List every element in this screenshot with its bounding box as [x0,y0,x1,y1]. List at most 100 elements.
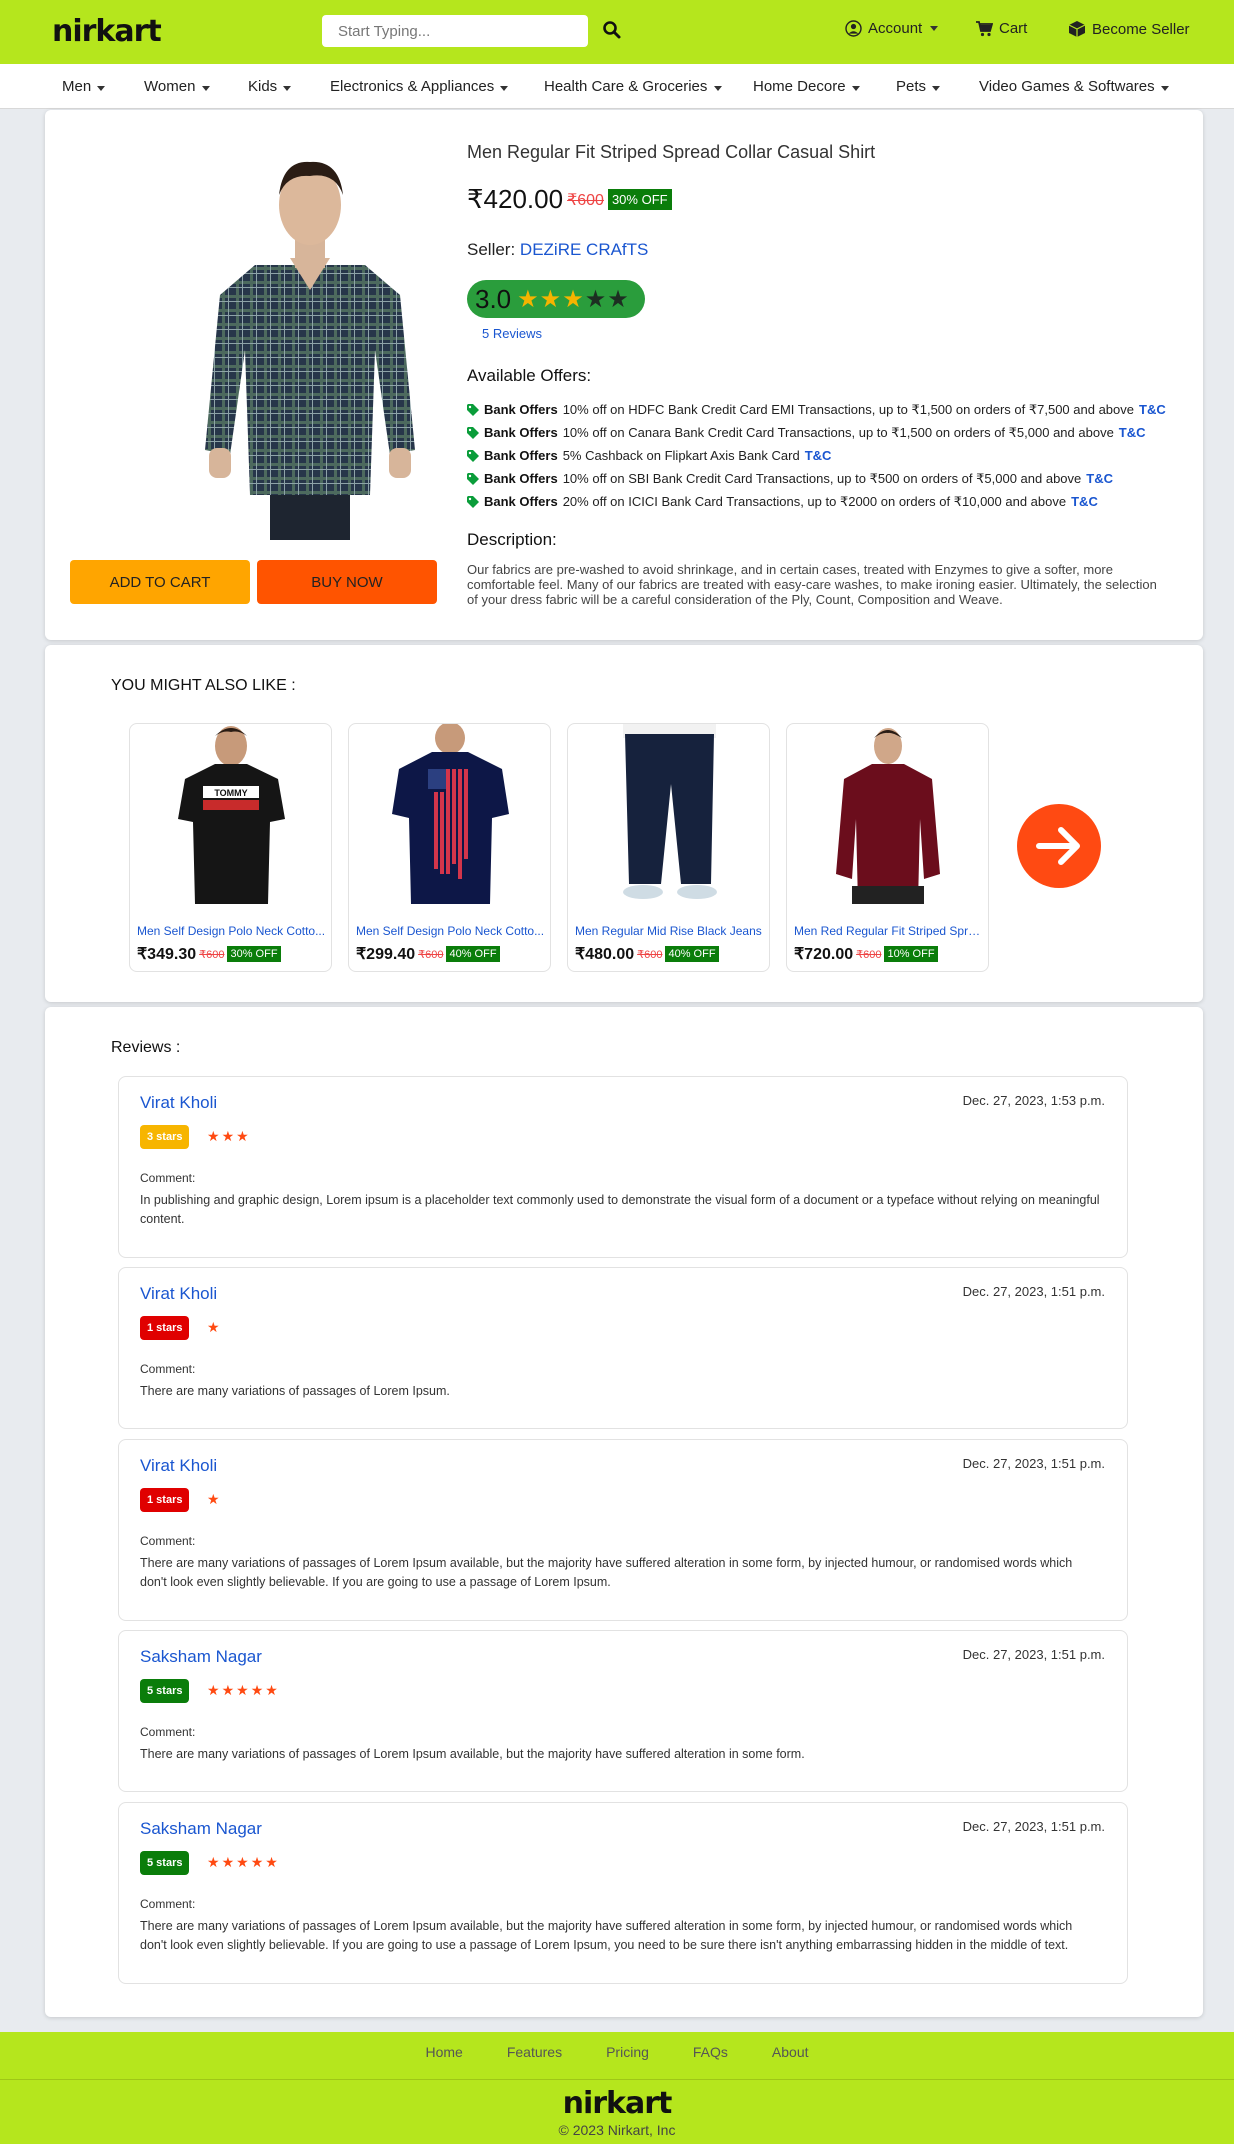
seller-label: Seller: [467,240,516,259]
star-icon: ★ [221,1854,237,1870]
recommended-product-card[interactable]: Men Regular Mid Rise Black Jeans ₹480.00… [567,723,770,972]
terms-link[interactable]: T&C [805,448,832,463]
search-input[interactable] [322,15,588,47]
footer-link-faqs[interactable]: FAQs [693,2044,728,2060]
current-price: ₹299.40 [356,946,416,963]
tag-icon [467,426,479,439]
discount-badge: 40% OFF [665,946,719,962]
offer-type: Bank Offers [484,448,558,463]
star-icon: ★ [207,1854,222,1870]
category-men[interactable]: Men [62,78,106,95]
original-price: ₹600 [637,948,663,961]
rating-badge: 5 stars [140,1679,190,1703]
star-icon: ★ [265,1682,280,1698]
category-home-decore[interactable]: Home Decore [753,78,860,95]
star-icon: ★ [207,1491,222,1507]
category-kids[interactable]: Kids [248,78,292,95]
chevron-down-icon [1160,86,1169,91]
reviewer-name[interactable]: Saksham Nagar [140,1819,262,1839]
buy-now-button[interactable]: BUY NOW [257,560,437,604]
product-name: Men Regular Mid Rise Black Jeans [575,924,762,938]
terms-link[interactable]: T&C [1119,425,1146,440]
star-filled-icon: ★ [562,285,585,313]
navy-flag-tshirt-image [392,724,509,904]
product-title: Men Regular Fit Striped Spread Collar Ca… [467,142,876,162]
footer-link-home[interactable]: Home [425,2044,462,2060]
offer-item: Bank Offers 20% off on ICICI Bank Card Tr… [467,490,1166,513]
category-label: Home Decore [753,78,846,95]
star-icon: ★ [207,1128,222,1144]
reviewer-name[interactable]: Virat Kholi [140,1456,217,1476]
category-video-games[interactable]: Video Games & Softwares [979,78,1169,95]
original-price: ₹600 [856,948,882,961]
recommendations-card: YOU MIGHT ALSO LIKE : TOMMY Men Self Des… [45,645,1203,1002]
recommended-product-card[interactable]: Men Red Regular Fit Striped Spre... ₹720… [786,723,989,972]
svg-text:TOMMY: TOMMY [214,788,247,798]
review-stars: ★ [207,1319,222,1336]
site-logo[interactable]: nirkart [52,14,162,49]
star-empty-icon: ★ [607,285,630,313]
account-menu[interactable]: Account [845,20,939,37]
terms-link[interactable]: T&C [1086,471,1113,486]
footer-link-pricing[interactable]: Pricing [606,2044,649,2060]
category-label: Pets [896,78,927,95]
become-seller-link[interactable]: Become Seller [1068,20,1190,38]
top-navbar: nirkart Account Cart Become Seller [0,0,1234,64]
chevron-down-icon [851,86,860,91]
current-price: ₹720.00 [794,946,854,963]
comment-label: Comment: [140,1171,196,1185]
rating-value: 3.0 [475,283,512,314]
offer-item: Bank Offers 10% off on HDFC Bank Credit C… [467,398,1166,421]
cart-link[interactable]: Cart [975,20,1027,37]
jeans-image [623,724,717,899]
star-icon: ★ [236,1854,251,1870]
comment-label: Comment: [140,1725,196,1739]
current-price: ₹480.00 [575,946,635,963]
offer-type: Bank Offers [484,402,558,417]
star-icon: ★ [207,1682,222,1698]
review-date: Dec. 27, 2023, 1:51 p.m. [962,1456,1105,1471]
search-icon[interactable] [602,20,622,40]
footer-link-about[interactable]: About [772,2044,809,2060]
carousel-next-button[interactable] [1017,804,1101,888]
offer-item: Bank Offers 10% off on Canara Bank Credit… [467,421,1166,444]
terms-link[interactable]: T&C [1139,402,1166,417]
footer-links: Home Features Pricing FAQs About [0,2044,1234,2060]
review-stars: ★★★ [207,1128,251,1145]
category-women[interactable]: Women [144,78,210,95]
tag-icon [467,472,479,485]
reviewer-name[interactable]: Virat Kholi [140,1284,217,1304]
recommended-product-card[interactable]: TOMMY Men Self Design Polo Neck Cotto...… [129,723,332,972]
current-price: ₹349.30 [137,946,197,963]
comment-label: Comment: [140,1897,196,1911]
star-icon: ★ [221,1682,237,1698]
review-item: Virat Kholi Dec. 27, 2023, 1:51 p.m. 1 s… [118,1439,1128,1621]
star-icon: ★ [250,1682,266,1698]
description-text: Our fabrics are pre-washed to avoid shri… [467,562,1157,607]
tag-icon [467,449,479,462]
chevron-down-icon [97,86,106,91]
review-date: Dec. 27, 2023, 1:51 p.m. [962,1647,1105,1662]
category-pets[interactable]: Pets [896,78,941,95]
recommended-product-card[interactable]: Men Self Design Polo Neck Cotto... ₹299.… [348,723,551,972]
review-item: Virat Kholi Dec. 27, 2023, 1:51 p.m. 1 s… [118,1267,1128,1429]
cart-label: Cart [999,20,1028,37]
offer-item: Bank Offers 5% Cashback on Flipkart Axis … [467,444,1166,467]
star-icon: ★ [221,1128,237,1144]
comment-text: There are many variations of passages of… [140,1747,805,1761]
tag-icon [467,495,479,508]
category-health-care[interactable]: Health Care & Groceries [544,78,722,95]
product-price: ₹349.30 ₹600 30% OFF [137,944,281,964]
reviewer-name[interactable]: Virat Kholi [140,1093,217,1113]
reviews-card: Reviews : Virat Kholi Dec. 27, 2023, 1:5… [45,1007,1203,2017]
seller-link[interactable]: DEZiRE CRAfTS [520,240,648,259]
become-seller-label: Become Seller [1092,20,1190,38]
comment-text: In publishing and graphic design, Lorem … [140,1193,1100,1226]
add-to-cart-button[interactable]: ADD TO CART [70,560,250,604]
category-electronics[interactable]: Electronics & Appliances [330,78,509,95]
terms-link[interactable]: T&C [1071,494,1098,509]
reviewer-name[interactable]: Saksham Nagar [140,1647,262,1667]
reviews-link[interactable]: 5 Reviews [482,326,542,341]
footer-divider [0,2079,1234,2080]
footer-link-features[interactable]: Features [507,2044,562,2060]
